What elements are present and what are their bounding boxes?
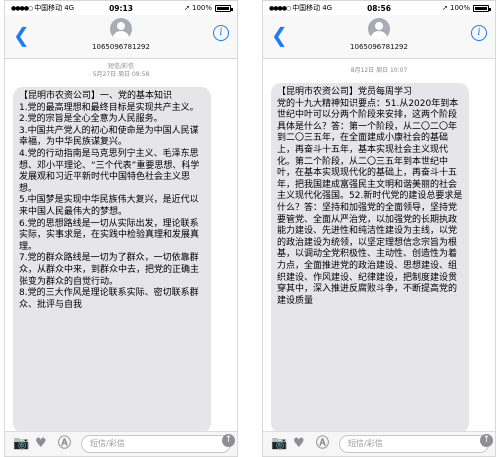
battery-icon xyxy=(473,4,491,12)
message-input[interactable]: 短信/彩信 xyxy=(81,435,231,453)
message-line: 3.中国共产党人的初心和使命是为中国人民谋幸福，为中华民族谋复兴。 xyxy=(19,125,199,148)
digital-touch-icon[interactable]: ♥ xyxy=(293,437,305,451)
compose-bar: 📷 ♥ Ⓐ 短信/彩信 ↑ xyxy=(263,431,495,456)
phone-screen-left: ●●●●○ 中国移动 4G 09:13 ➚ 100% ❮ 10650967812… xyxy=(4,0,238,457)
message-line: 5.中国梦是实现中华民族伟大复兴，是近代以来中国人民最伟大的梦想。 xyxy=(19,195,199,217)
compose-bar: 📷 ♥ Ⓐ 短信/彩信 ↑ xyxy=(5,431,237,456)
clock: 09:13 xyxy=(109,3,133,13)
send-arrow-icon[interactable]: ↑ xyxy=(480,434,493,447)
camera-icon[interactable]: 📷 xyxy=(271,437,287,451)
battery-percent: 100% xyxy=(449,4,470,12)
message-line: 6.党的思想路线是一切从实际出发，理论联系实际，实事求是，在实践中检验真理和发展… xyxy=(19,218,200,252)
message-bubble[interactable]: 【昆明市农资公司】党员每周学习 党的十九大精神知识要点：51.从2020年到本世… xyxy=(271,83,469,433)
clock: 08:56 xyxy=(367,3,391,13)
conversation-header: ❮ 1065096781292 i xyxy=(263,15,495,59)
thread-type-label: 短信/彩信 xyxy=(107,63,135,70)
location-icon: ➚ xyxy=(442,4,448,12)
message-line: 2.党的宗旨是全心全意为人民服务。 xyxy=(19,114,163,125)
app-store-icon[interactable]: Ⓐ xyxy=(316,437,329,451)
message-line: 4.党的行动指南是马克思列宁主义、毛泽东思想、邓小平理论、“三个代表”重要思想、… xyxy=(19,148,200,194)
location-icon: ➚ xyxy=(184,4,190,12)
message-line: 党的十九大精神知识要点：51.从2020年到本世纪中叶可以分两个阶段来安排，这两… xyxy=(277,98,463,306)
message-line: 7.党的群众路线是一切为了群众，一切依靠群众，从群众中来，到群众中去，把党的正确… xyxy=(19,253,200,287)
message-line: 1.党的最高理想和最终目标是实现共产主义。 xyxy=(19,102,199,113)
contact-number[interactable]: 1065096781292 xyxy=(263,43,495,51)
status-bar: ●●●●○ 中国移动 4G 08:56 ➚ 100% xyxy=(263,1,495,15)
avatar[interactable] xyxy=(368,18,390,40)
back-button[interactable]: ❮ xyxy=(271,25,288,45)
message-line: 8.党的三大作风是理论联系实际、密切联系群众、批评与自我 xyxy=(19,288,199,310)
info-icon[interactable]: i xyxy=(213,25,229,41)
camera-icon[interactable]: 📷 xyxy=(13,437,29,451)
battery-icon xyxy=(215,4,233,12)
battery-percent: 100% xyxy=(191,4,212,12)
back-button[interactable]: ❮ xyxy=(13,25,30,45)
message-timestamp: 8月12日 周日 10:07 xyxy=(350,67,408,74)
info-icon[interactable]: i xyxy=(471,25,487,41)
carrier-name: 中国移动 xyxy=(292,4,321,12)
carrier-name: 中国移动 xyxy=(34,4,63,12)
status-bar: ●●●●○ 中国移动 4G 09:13 ➚ 100% xyxy=(5,1,237,15)
message-input[interactable]: 短信/彩信 xyxy=(339,435,489,453)
message-line: 【昆明市农资公司】一、党的基本知识 xyxy=(19,91,173,101)
network-type: 4G xyxy=(64,4,75,12)
phone-screen-right: ●●●●○ 中国移动 4G 08:56 ➚ 100% ❮ 10650967812… xyxy=(262,0,496,457)
send-arrow-icon[interactable]: ↑ xyxy=(222,434,235,447)
contact-number[interactable]: 1065096781292 xyxy=(5,43,237,51)
signal-icon: ●●●●○ xyxy=(11,4,33,12)
avatar[interactable] xyxy=(110,18,132,40)
network-type: 4G xyxy=(322,4,333,12)
app-store-icon[interactable]: Ⓐ xyxy=(58,437,71,451)
message-timestamp: 5月27日 周日 09:58 xyxy=(92,71,150,78)
signal-icon: ●●●●○ xyxy=(269,4,291,12)
digital-touch-icon[interactable]: ♥ xyxy=(35,437,47,451)
message-line: 【昆明市农资公司】党员每周学习 xyxy=(277,87,413,97)
message-bubble[interactable]: 【昆明市农资公司】一、党的基本知识 1.党的最高理想和最终目标是实现共产主义。 … xyxy=(13,87,211,433)
conversation-header: ❮ 1065096781292 i xyxy=(5,15,237,59)
